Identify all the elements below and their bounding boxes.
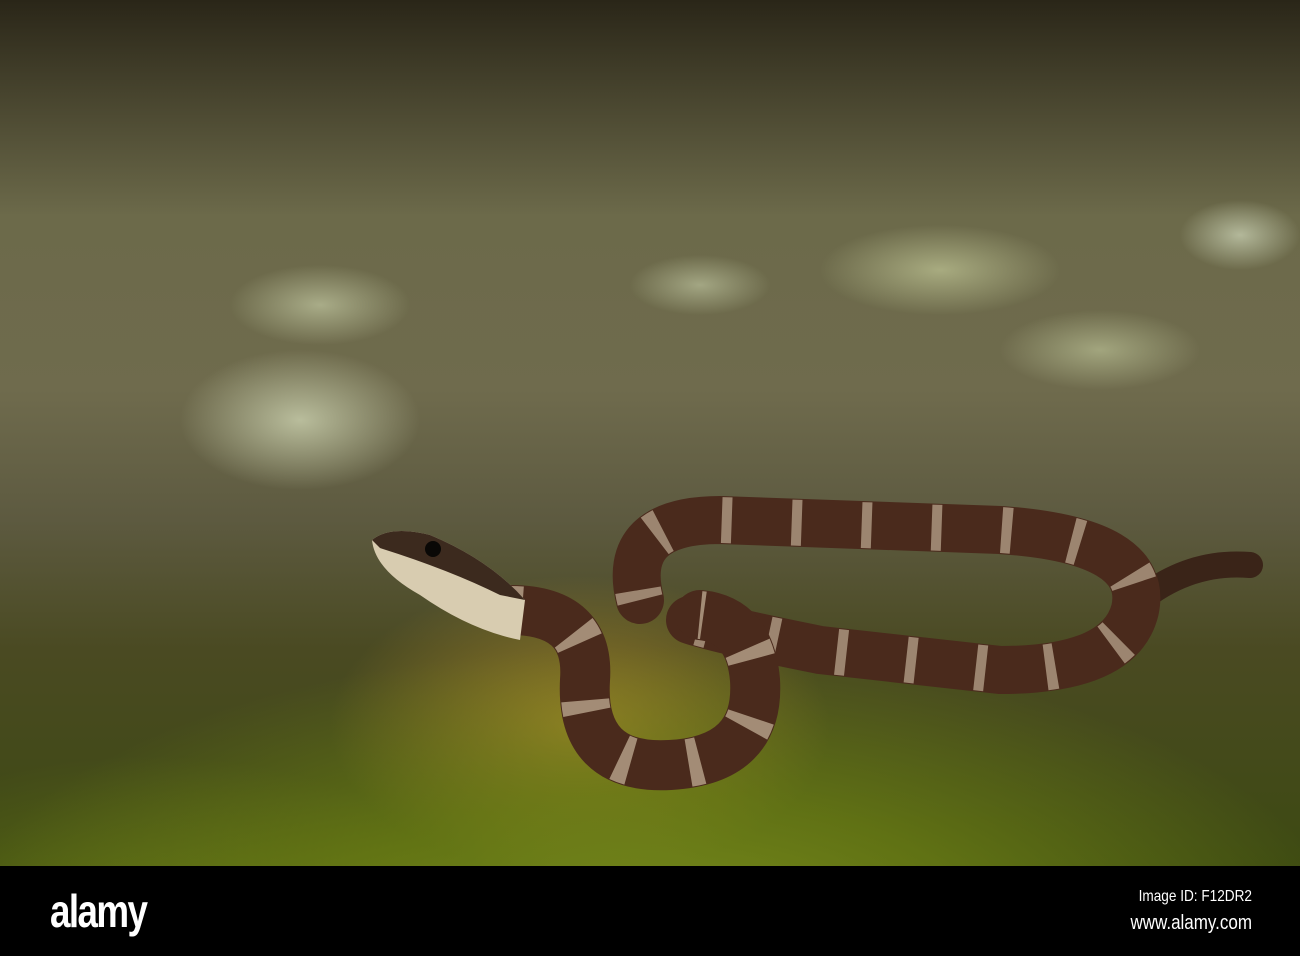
site-url: www.alamy.com [1130, 912, 1252, 934]
image-id: Image ID: F12DR2 [1138, 888, 1252, 905]
alamy-logo: alamy [50, 885, 148, 937]
watermark-bar: alamy Image ID: F12DR2 www.alamy.com [0, 866, 1300, 956]
image-meta: Image ID: F12DR2 www.alamy.com [1130, 888, 1252, 935]
snake-eye [425, 541, 441, 557]
snake [372, 495, 1263, 791]
photo-snake-on-moss [0, 0, 1300, 866]
